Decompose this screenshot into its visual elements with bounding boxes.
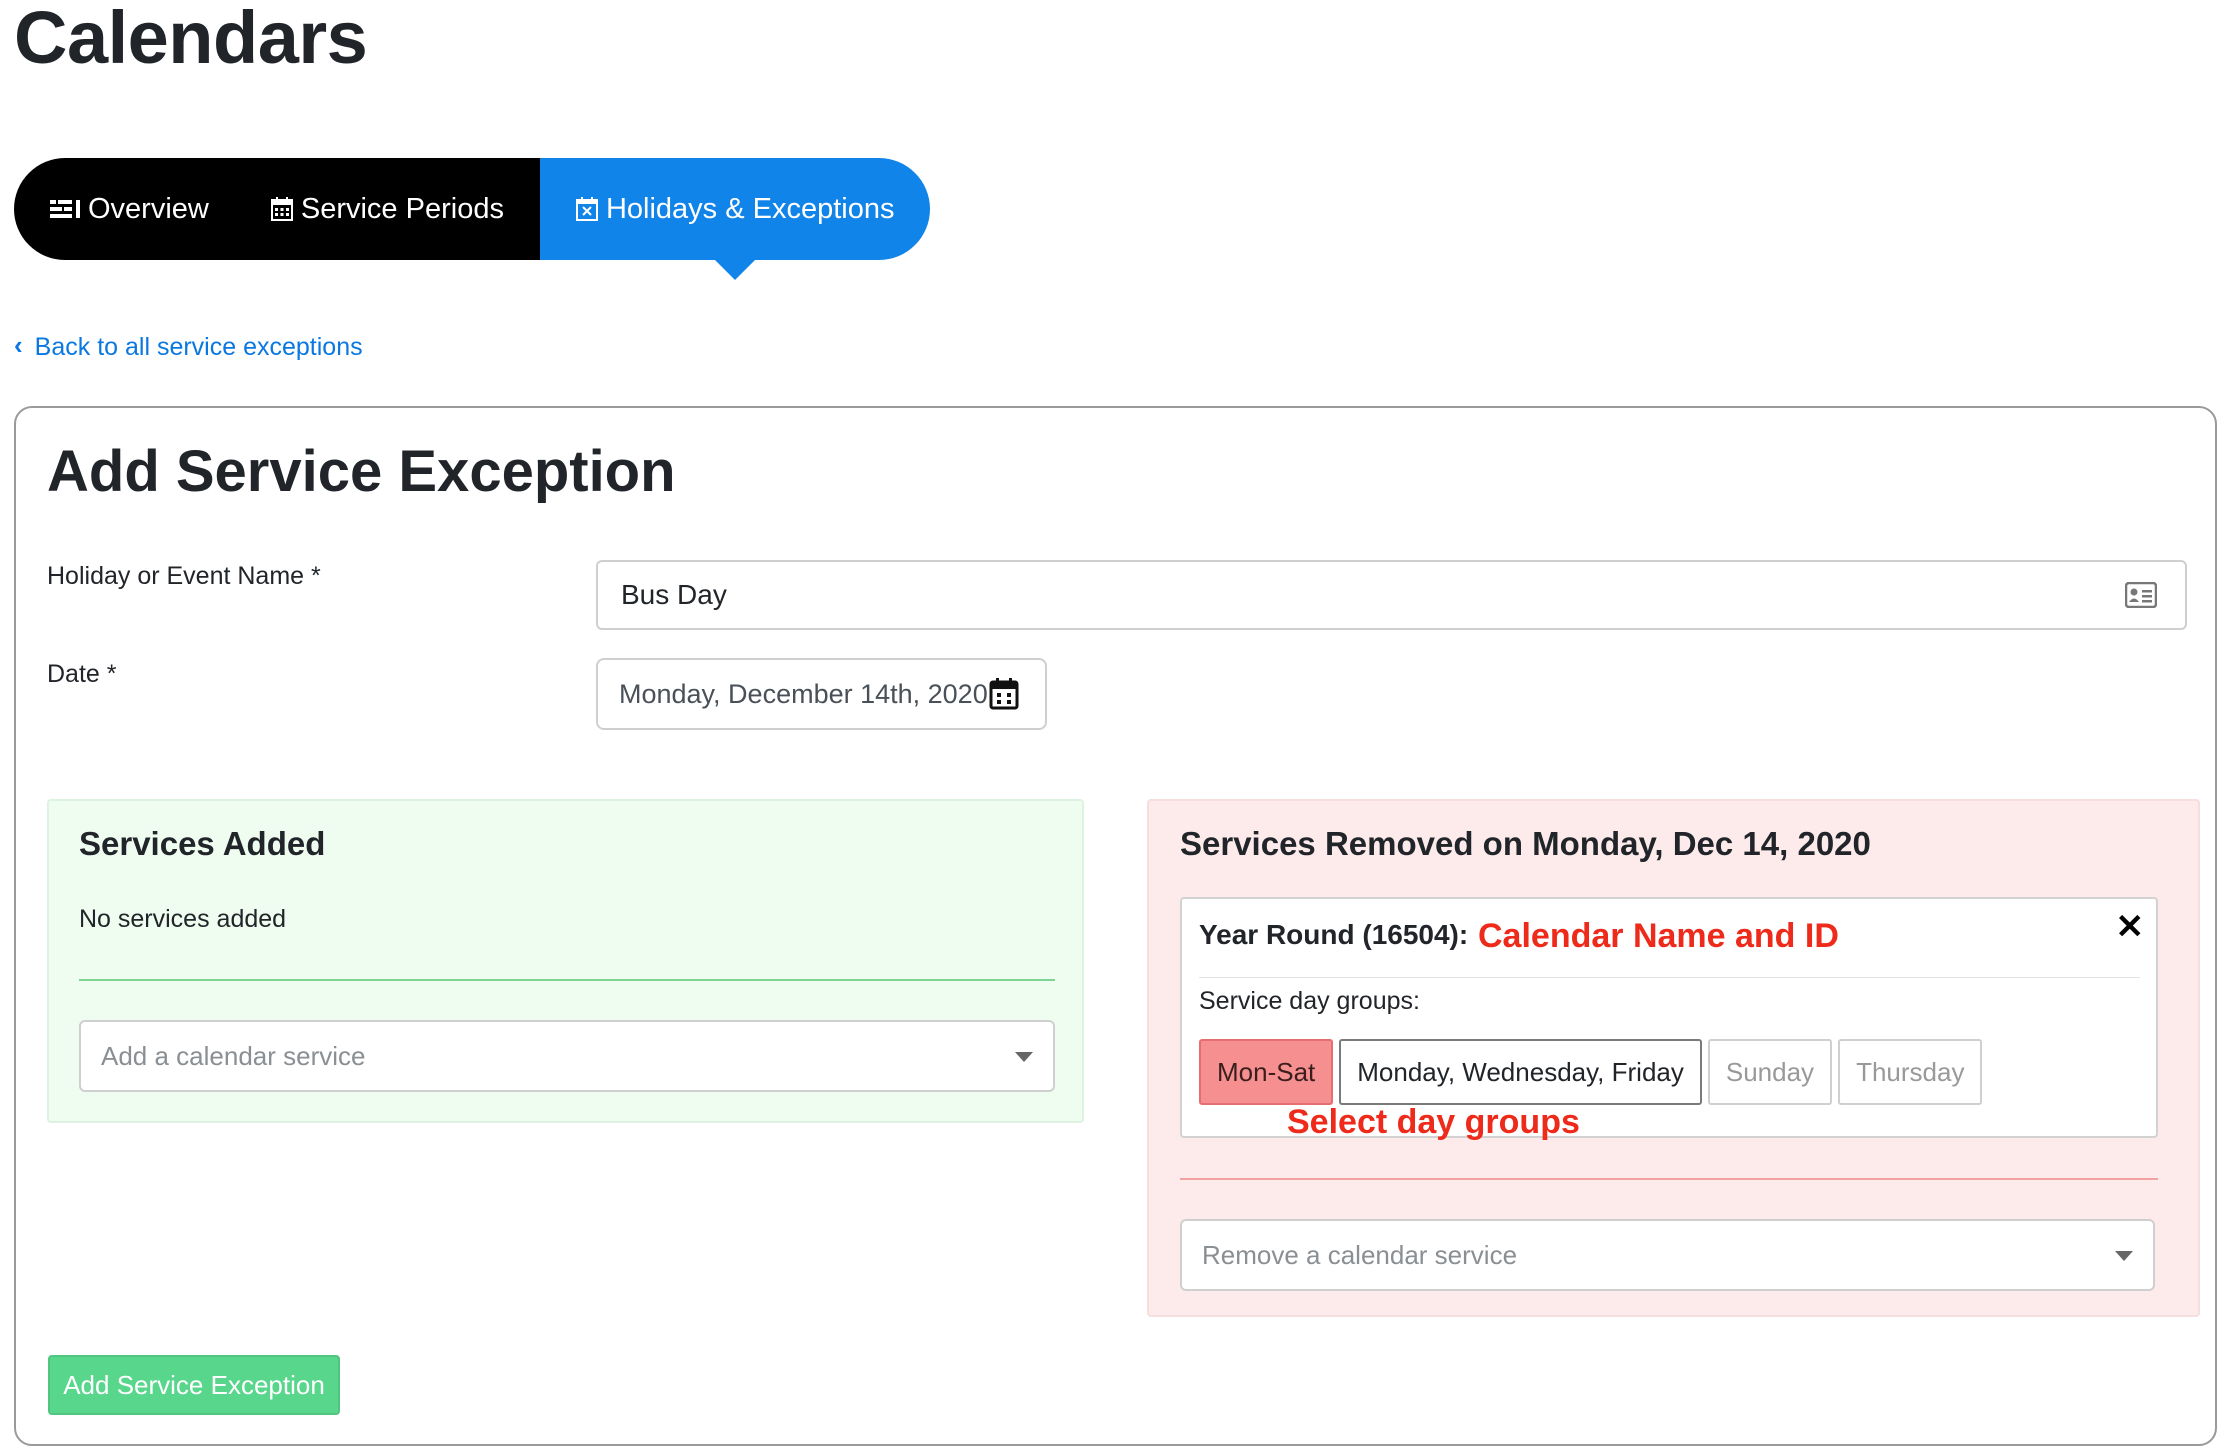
services-added-title: Services Added bbox=[79, 825, 326, 862]
chevron-left-icon: ‹ bbox=[14, 330, 23, 360]
services-added-panel: Services Added No services added Add a c… bbox=[47, 799, 1084, 1123]
event-name-label: Holiday or Event Name * bbox=[47, 562, 321, 590]
services-removed-title: Services Removed on Monday, Dec 14, 2020 bbox=[1180, 825, 1871, 862]
tab-overview[interactable]: Overview bbox=[14, 158, 239, 260]
back-link[interactable]: ‹ Back to all service exceptions bbox=[14, 330, 363, 363]
services-removed-panel: Services Removed on Monday, Dec 14, 2020… bbox=[1147, 799, 2200, 1317]
list-icon bbox=[50, 199, 80, 219]
day-group-list: Mon-Sat Monday, Wednesday, Friday Sunday… bbox=[1199, 1039, 1983, 1105]
service-day-groups-label: Service day groups: bbox=[1199, 987, 1420, 1015]
no-services-text: No services added bbox=[79, 905, 287, 933]
date-label: Date * bbox=[47, 660, 117, 688]
add-calendar-service-select[interactable]: Add a calendar service bbox=[79, 1020, 1055, 1092]
divider bbox=[1199, 977, 2140, 978]
add-service-exception-button[interactable]: Add Service Exception bbox=[48, 1355, 340, 1415]
divider bbox=[79, 979, 1055, 981]
add-calendar-service-placeholder: Add a calendar service bbox=[101, 1040, 366, 1071]
event-name-value: Bus Day bbox=[621, 579, 727, 610]
calendar-x-icon bbox=[575, 197, 598, 221]
remove-calendar-service-select[interactable]: Remove a calendar service bbox=[1180, 1219, 2155, 1291]
day-groups-annotation: Select day groups bbox=[1287, 1103, 1580, 1141]
day-group-mon-sat[interactable]: Mon-Sat bbox=[1199, 1039, 1334, 1105]
day-group-mon-wed-fri[interactable]: Monday, Wednesday, Friday bbox=[1339, 1039, 1702, 1105]
calendar-name-annotation: Calendar Name and ID bbox=[1478, 917, 1839, 955]
tab-service-periods-label: Service Periods bbox=[300, 192, 504, 225]
calendar-icon bbox=[270, 197, 293, 221]
caret-down-icon bbox=[1015, 1052, 1033, 1062]
page-title: Calendars bbox=[14, 0, 368, 79]
event-name-input[interactable]: Bus Day bbox=[596, 560, 2187, 630]
date-input[interactable]: Monday, December 14th, 2020 bbox=[596, 658, 1047, 730]
back-link-label: Back to all service exceptions bbox=[34, 333, 363, 361]
tab-holidays-exceptions[interactable]: Holidays & Exceptions bbox=[539, 158, 931, 260]
tab-holidays-exceptions-label: Holidays & Exceptions bbox=[605, 192, 895, 225]
day-group-sunday[interactable]: Sunday bbox=[1707, 1039, 1833, 1105]
divider bbox=[1180, 1178, 2158, 1180]
remove-calendar-service-placeholder: Remove a calendar service bbox=[1202, 1239, 1518, 1270]
calendar-icon[interactable] bbox=[989, 678, 1019, 717]
removed-service-card: Year Round (16504): Calendar Name and ID… bbox=[1180, 897, 2158, 1138]
service-name: Year Round (16504): bbox=[1199, 919, 1469, 950]
form-title: Add Service Exception bbox=[47, 439, 676, 504]
tab-service-periods[interactable]: Service Periods bbox=[238, 158, 540, 260]
tab-overview-label: Overview bbox=[88, 192, 209, 225]
caret-down-icon bbox=[2115, 1251, 2133, 1261]
id-card-icon bbox=[2124, 581, 2158, 615]
close-icon[interactable]: ✕ bbox=[2116, 907, 2145, 947]
date-value: Monday, December 14th, 2020 bbox=[619, 678, 988, 709]
day-group-thursday[interactable]: Thursday bbox=[1838, 1039, 1983, 1105]
tab-bar: Overview Service Periods Holidays & Exce… bbox=[14, 158, 931, 260]
add-exception-card: Add Service Exception Holiday or Event N… bbox=[14, 406, 2217, 1446]
